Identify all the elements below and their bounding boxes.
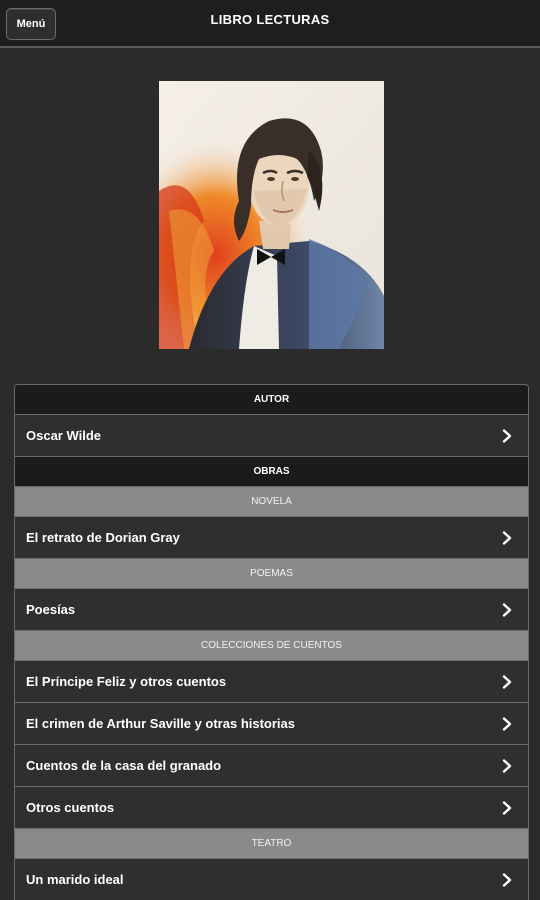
author-portrait-image — [159, 81, 384, 349]
list-item-label: Poesías — [26, 602, 76, 617]
chevron-right-icon — [502, 872, 514, 887]
list-item-story-collection[interactable]: Cuentos de la casa del granado — [15, 745, 528, 787]
list-item-label: Un marido ideal — [26, 872, 124, 887]
subsection-header-novel: NOVELA — [15, 487, 528, 517]
chevron-right-icon — [502, 530, 514, 545]
list-item-label: Otros cuentos — [26, 800, 115, 815]
chevron-right-icon — [502, 674, 514, 689]
page-title: LIBRO LECTURAS — [210, 12, 330, 27]
works-list: AUTOR Oscar Wilde OBRAS NOVELA El retrat… — [14, 384, 529, 900]
chevron-right-icon — [502, 428, 514, 443]
list-item-theatre[interactable]: Un marido ideal — [15, 859, 528, 900]
list-item-label: El retrato de Dorian Gray — [26, 530, 180, 545]
list-item-author[interactable]: Oscar Wilde — [15, 415, 528, 457]
subsection-header-poems: POEMAS — [15, 559, 528, 589]
subsection-header-stories: COLECCIONES DE CUENTOS — [15, 631, 528, 661]
app-header: Menú LIBRO LECTURAS — [0, 0, 540, 48]
section-header-author: AUTOR — [15, 385, 528, 415]
chevron-right-icon — [502, 716, 514, 731]
list-item-story-collection[interactable]: El crimen de Arthur Saville y otras hist… — [15, 703, 528, 745]
list-item-label: El crimen de Arthur Saville y otras hist… — [26, 716, 296, 731]
list-item-story-collection[interactable]: El Príncipe Feliz y otros cuentos — [15, 661, 528, 703]
list-item-poems[interactable]: Poesías — [15, 589, 528, 631]
chevron-right-icon — [502, 800, 514, 815]
list-item-label: Cuentos de la casa del granado — [26, 758, 222, 773]
list-item-novel[interactable]: El retrato de Dorian Gray — [15, 517, 528, 559]
list-item-label: Oscar Wilde — [26, 428, 102, 443]
chevron-right-icon — [502, 602, 514, 617]
section-header-works: OBRAS — [15, 457, 528, 487]
list-item-label: El Príncipe Feliz y otros cuentos — [26, 674, 227, 689]
subsection-header-theatre: TEATRO — [15, 829, 528, 859]
list-item-story-collection[interactable]: Otros cuentos — [15, 787, 528, 829]
chevron-right-icon — [502, 758, 514, 773]
author-portrait — [159, 81, 384, 349]
